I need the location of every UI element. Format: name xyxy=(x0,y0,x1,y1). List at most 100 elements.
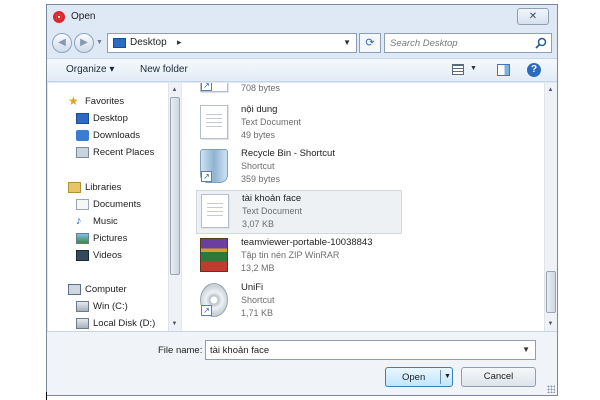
scroll-down-icon[interactable]: ▼ xyxy=(545,319,556,329)
shortcut-arrow-icon: ↗ xyxy=(201,83,212,91)
file-item[interactable]: nội dung Text Document 49 bytes xyxy=(196,102,402,146)
recent-locations-chevron-icon[interactable]: ▼ xyxy=(96,39,103,46)
file-name-value[interactable]: tài khoản face xyxy=(210,345,269,356)
file-name: teamviewer-portable-10038843 xyxy=(241,237,373,248)
navigation-pane: ★ Favorites Desktop Downloads Recent Pla… xyxy=(48,83,181,331)
desktop-icon xyxy=(113,38,126,48)
scrollbar-thumb[interactable] xyxy=(546,271,556,313)
dialog-footer: File name: tài khoản face ▼ Open ▼ Cance… xyxy=(47,331,557,395)
shortcut-icon: ↗ xyxy=(200,83,228,92)
file-size: 3,07 KB xyxy=(242,219,275,229)
sidebar-item-label: Videos xyxy=(93,250,122,261)
scroll-down-icon[interactable]: ▼ xyxy=(169,319,180,329)
file-type: Shortcut xyxy=(241,295,275,305)
preview-pane-icon[interactable] xyxy=(497,64,510,76)
shortcut-arrow-icon: ↗ xyxy=(201,171,212,182)
file-name: UniFi xyxy=(241,282,264,293)
sidebar-item-label: Pictures xyxy=(93,233,128,244)
file-size: 359 bytes xyxy=(241,174,281,184)
open-button[interactable]: Open ▼ xyxy=(385,367,453,387)
pictures-icon xyxy=(76,233,89,244)
file-item[interactable]: ↗ 708 bytes xyxy=(196,83,402,99)
file-item-selected[interactable]: tài khoản face Text Document 3,07 KB xyxy=(196,190,402,234)
text-document-icon xyxy=(201,194,229,228)
cancel-button[interactable]: Cancel xyxy=(461,367,536,387)
shortcut-arrow-icon: ↗ xyxy=(201,305,212,316)
recent-places-icon xyxy=(76,147,89,158)
sidebar-item-label: Local Disk (D:) xyxy=(93,318,156,329)
sidebar-item-label: Win (C:) xyxy=(93,301,128,312)
app-logo-icon xyxy=(53,11,65,23)
local-disk-icon xyxy=(76,318,89,329)
file-type: Text Document xyxy=(242,206,303,216)
file-name: Recycle Bin - Shortcut xyxy=(241,148,335,159)
back-button[interactable]: ◀ xyxy=(52,33,72,53)
search-icon[interactable] xyxy=(535,37,547,49)
disc-icon: ↗ xyxy=(200,283,228,317)
file-name: nội dung xyxy=(241,104,278,115)
file-name-dropdown-icon[interactable]: ▼ xyxy=(522,345,530,354)
search-placeholder: Search Desktop xyxy=(390,38,458,49)
refresh-button[interactable]: ⟳ xyxy=(359,33,381,53)
winrar-archive-icon xyxy=(200,238,228,272)
resize-grip-icon[interactable] xyxy=(547,385,555,393)
file-size: 708 bytes xyxy=(241,83,281,93)
window-title: Open xyxy=(71,11,96,22)
split-divider xyxy=(440,370,441,384)
sidebar-item-label: Desktop xyxy=(93,113,128,124)
file-item[interactable]: ↗ UniFi Shortcut 1,71 KB xyxy=(196,280,402,324)
cancel-button-label: Cancel xyxy=(483,371,514,382)
view-options-chevron-icon[interactable]: ▼ xyxy=(470,65,477,72)
open-dialog: Open ✕ ◀ ▶ ▼ Desktop ▸ ▼ ⟳ Search Deskto… xyxy=(46,4,558,396)
sidebar-item-label: Computer xyxy=(85,284,127,295)
videos-icon xyxy=(76,250,89,261)
file-size: 49 bytes xyxy=(241,130,276,140)
file-type: Text Document xyxy=(241,117,302,127)
address-bar[interactable]: Desktop ▸ ▼ xyxy=(107,33,357,53)
organize-menu-button[interactable]: Organize ▾ xyxy=(66,64,114,75)
change-view-icon[interactable] xyxy=(452,64,464,75)
scroll-up-icon[interactable]: ▲ xyxy=(169,85,180,95)
sidebar-item-label: Recent Places xyxy=(93,147,155,158)
new-folder-button[interactable]: New folder xyxy=(140,64,188,75)
text-document-icon xyxy=(200,105,228,139)
file-name-label: File name: xyxy=(158,345,203,356)
navigation-scrollbar[interactable]: ▲ ▼ xyxy=(168,83,181,331)
file-item[interactable]: teamviewer-portable-10038843 Tập tin nén… xyxy=(196,235,402,279)
file-name-field[interactable]: tài khoản face ▼ xyxy=(205,340,536,360)
libraries-icon xyxy=(68,182,81,193)
downloads-icon xyxy=(76,130,89,141)
file-item[interactable]: ↗ Recycle Bin - Shortcut Shortcut 359 by… xyxy=(196,146,402,190)
sidebar-item-label: Documents xyxy=(93,199,142,210)
address-dropdown-icon[interactable]: ▼ xyxy=(343,38,351,47)
file-list-scrollbar[interactable]: ▲ ▼ xyxy=(544,83,557,331)
open-options-chevron-icon[interactable]: ▼ xyxy=(444,373,451,380)
file-name: tài khoản face xyxy=(242,193,302,204)
navigation-bar: ◀ ▶ ▼ Desktop ▸ ▼ ⟳ Search Desktop xyxy=(47,30,557,58)
file-size: 1,71 KB xyxy=(241,308,274,318)
open-button-label: Open xyxy=(402,372,426,383)
sidebar-item-label: Libraries xyxy=(85,182,122,193)
address-location[interactable]: Desktop xyxy=(130,37,167,48)
sidebar-item-label: Favorites xyxy=(85,96,125,107)
recycle-bin-icon: ↗ xyxy=(200,149,228,183)
help-icon[interactable]: ? xyxy=(527,63,541,77)
close-button[interactable]: ✕ xyxy=(517,8,549,25)
file-type: Tập tin nén ZIP WinRAR xyxy=(241,250,340,260)
search-input[interactable]: Search Desktop xyxy=(384,33,552,53)
file-size: 13,2 MB xyxy=(241,263,275,273)
breadcrumb-chevron-icon[interactable]: ▸ xyxy=(177,37,182,48)
computer-icon xyxy=(68,284,81,295)
desktop-icon xyxy=(76,113,89,124)
title-bar: Open ✕ xyxy=(47,5,557,29)
forward-button[interactable]: ▶ xyxy=(74,33,94,53)
music-note-icon: ♪ xyxy=(76,215,82,227)
windows-drive-icon xyxy=(76,301,89,312)
scroll-up-icon[interactable]: ▲ xyxy=(545,85,556,95)
sidebar-item-label: Downloads xyxy=(93,130,140,141)
sidebar-item-label: Music xyxy=(93,216,118,227)
scrollbar-thumb[interactable] xyxy=(170,97,180,275)
command-toolbar: Organize ▾ New folder ▼ ? xyxy=(47,58,557,82)
page-edge-line xyxy=(46,392,47,400)
star-icon: ★ xyxy=(68,94,79,108)
